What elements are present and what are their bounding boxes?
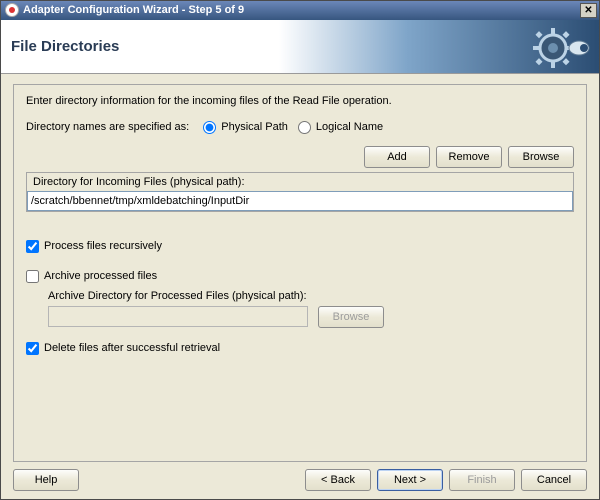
- panel: Enter directory information for the inco…: [13, 84, 587, 462]
- titlebar: Adapter Configuration Wizard - Step 5 of…: [1, 1, 599, 20]
- archive-block: Archive processed files Archive Director…: [26, 270, 574, 328]
- delete-check[interactable]: Delete files after successful retrieval: [26, 342, 220, 355]
- footer: Help < Back Next > Finish Cancel: [1, 462, 599, 499]
- radio-logical[interactable]: Logical Name: [298, 121, 383, 134]
- archive-checkbox[interactable]: [26, 270, 39, 283]
- radio-physical[interactable]: Physical Path: [203, 121, 288, 134]
- close-button[interactable]: ✕: [580, 3, 597, 18]
- finish-button: Finish: [449, 469, 515, 491]
- gear-icon: [531, 26, 591, 70]
- radio-logical-input[interactable]: [298, 121, 311, 134]
- spacer: [26, 212, 574, 240]
- content: Enter directory information for the inco…: [1, 74, 599, 462]
- incoming-group: Directory for Incoming Files (physical p…: [26, 172, 574, 212]
- wizard-window: Adapter Configuration Wizard - Step 5 of…: [0, 0, 600, 500]
- intro-text: Enter directory information for the inco…: [26, 95, 574, 107]
- back-button[interactable]: < Back: [305, 469, 371, 491]
- delete-row: Delete files after successful retrieval: [26, 342, 574, 358]
- recursive-label: Process files recursively: [44, 240, 162, 252]
- remove-button[interactable]: Remove: [436, 146, 502, 168]
- archive-path-input: [48, 306, 308, 327]
- archive-sub-label: Archive Directory for Processed Files (p…: [48, 290, 574, 302]
- dir-toolbar: Add Remove Browse: [26, 146, 574, 168]
- radio-logical-label: Logical Name: [316, 121, 383, 133]
- recursive-checkbox[interactable]: [26, 240, 39, 253]
- archive-check[interactable]: Archive processed files: [26, 270, 157, 283]
- incoming-path-input[interactable]: [27, 191, 573, 211]
- help-button[interactable]: Help: [13, 469, 79, 491]
- banner: File Directories: [1, 20, 599, 74]
- next-button[interactable]: Next >: [377, 469, 443, 491]
- window-title: Adapter Configuration Wizard - Step 5 of…: [23, 4, 576, 16]
- archive-sub: Archive Directory for Processed Files (p…: [48, 290, 574, 328]
- recursive-check[interactable]: Process files recursively: [26, 240, 162, 253]
- archive-label: Archive processed files: [44, 270, 157, 282]
- archive-browse-button: Browse: [318, 306, 384, 328]
- radio-physical-label: Physical Path: [221, 121, 288, 133]
- specify-row: Directory names are specified as: Physic…: [26, 121, 574, 134]
- incoming-label: Directory for Incoming Files (physical p…: [27, 173, 573, 191]
- browse-button[interactable]: Browse: [508, 146, 574, 168]
- banner-art: [279, 20, 599, 73]
- delete-checkbox[interactable]: [26, 342, 39, 355]
- app-icon: [5, 3, 19, 17]
- specify-label: Directory names are specified as:: [26, 121, 189, 133]
- radio-physical-input[interactable]: [203, 121, 216, 134]
- add-button[interactable]: Add: [364, 146, 430, 168]
- page-title: File Directories: [1, 38, 119, 55]
- archive-row: Browse: [48, 306, 574, 328]
- delete-label: Delete files after successful retrieval: [44, 342, 220, 354]
- cancel-button[interactable]: Cancel: [521, 469, 587, 491]
